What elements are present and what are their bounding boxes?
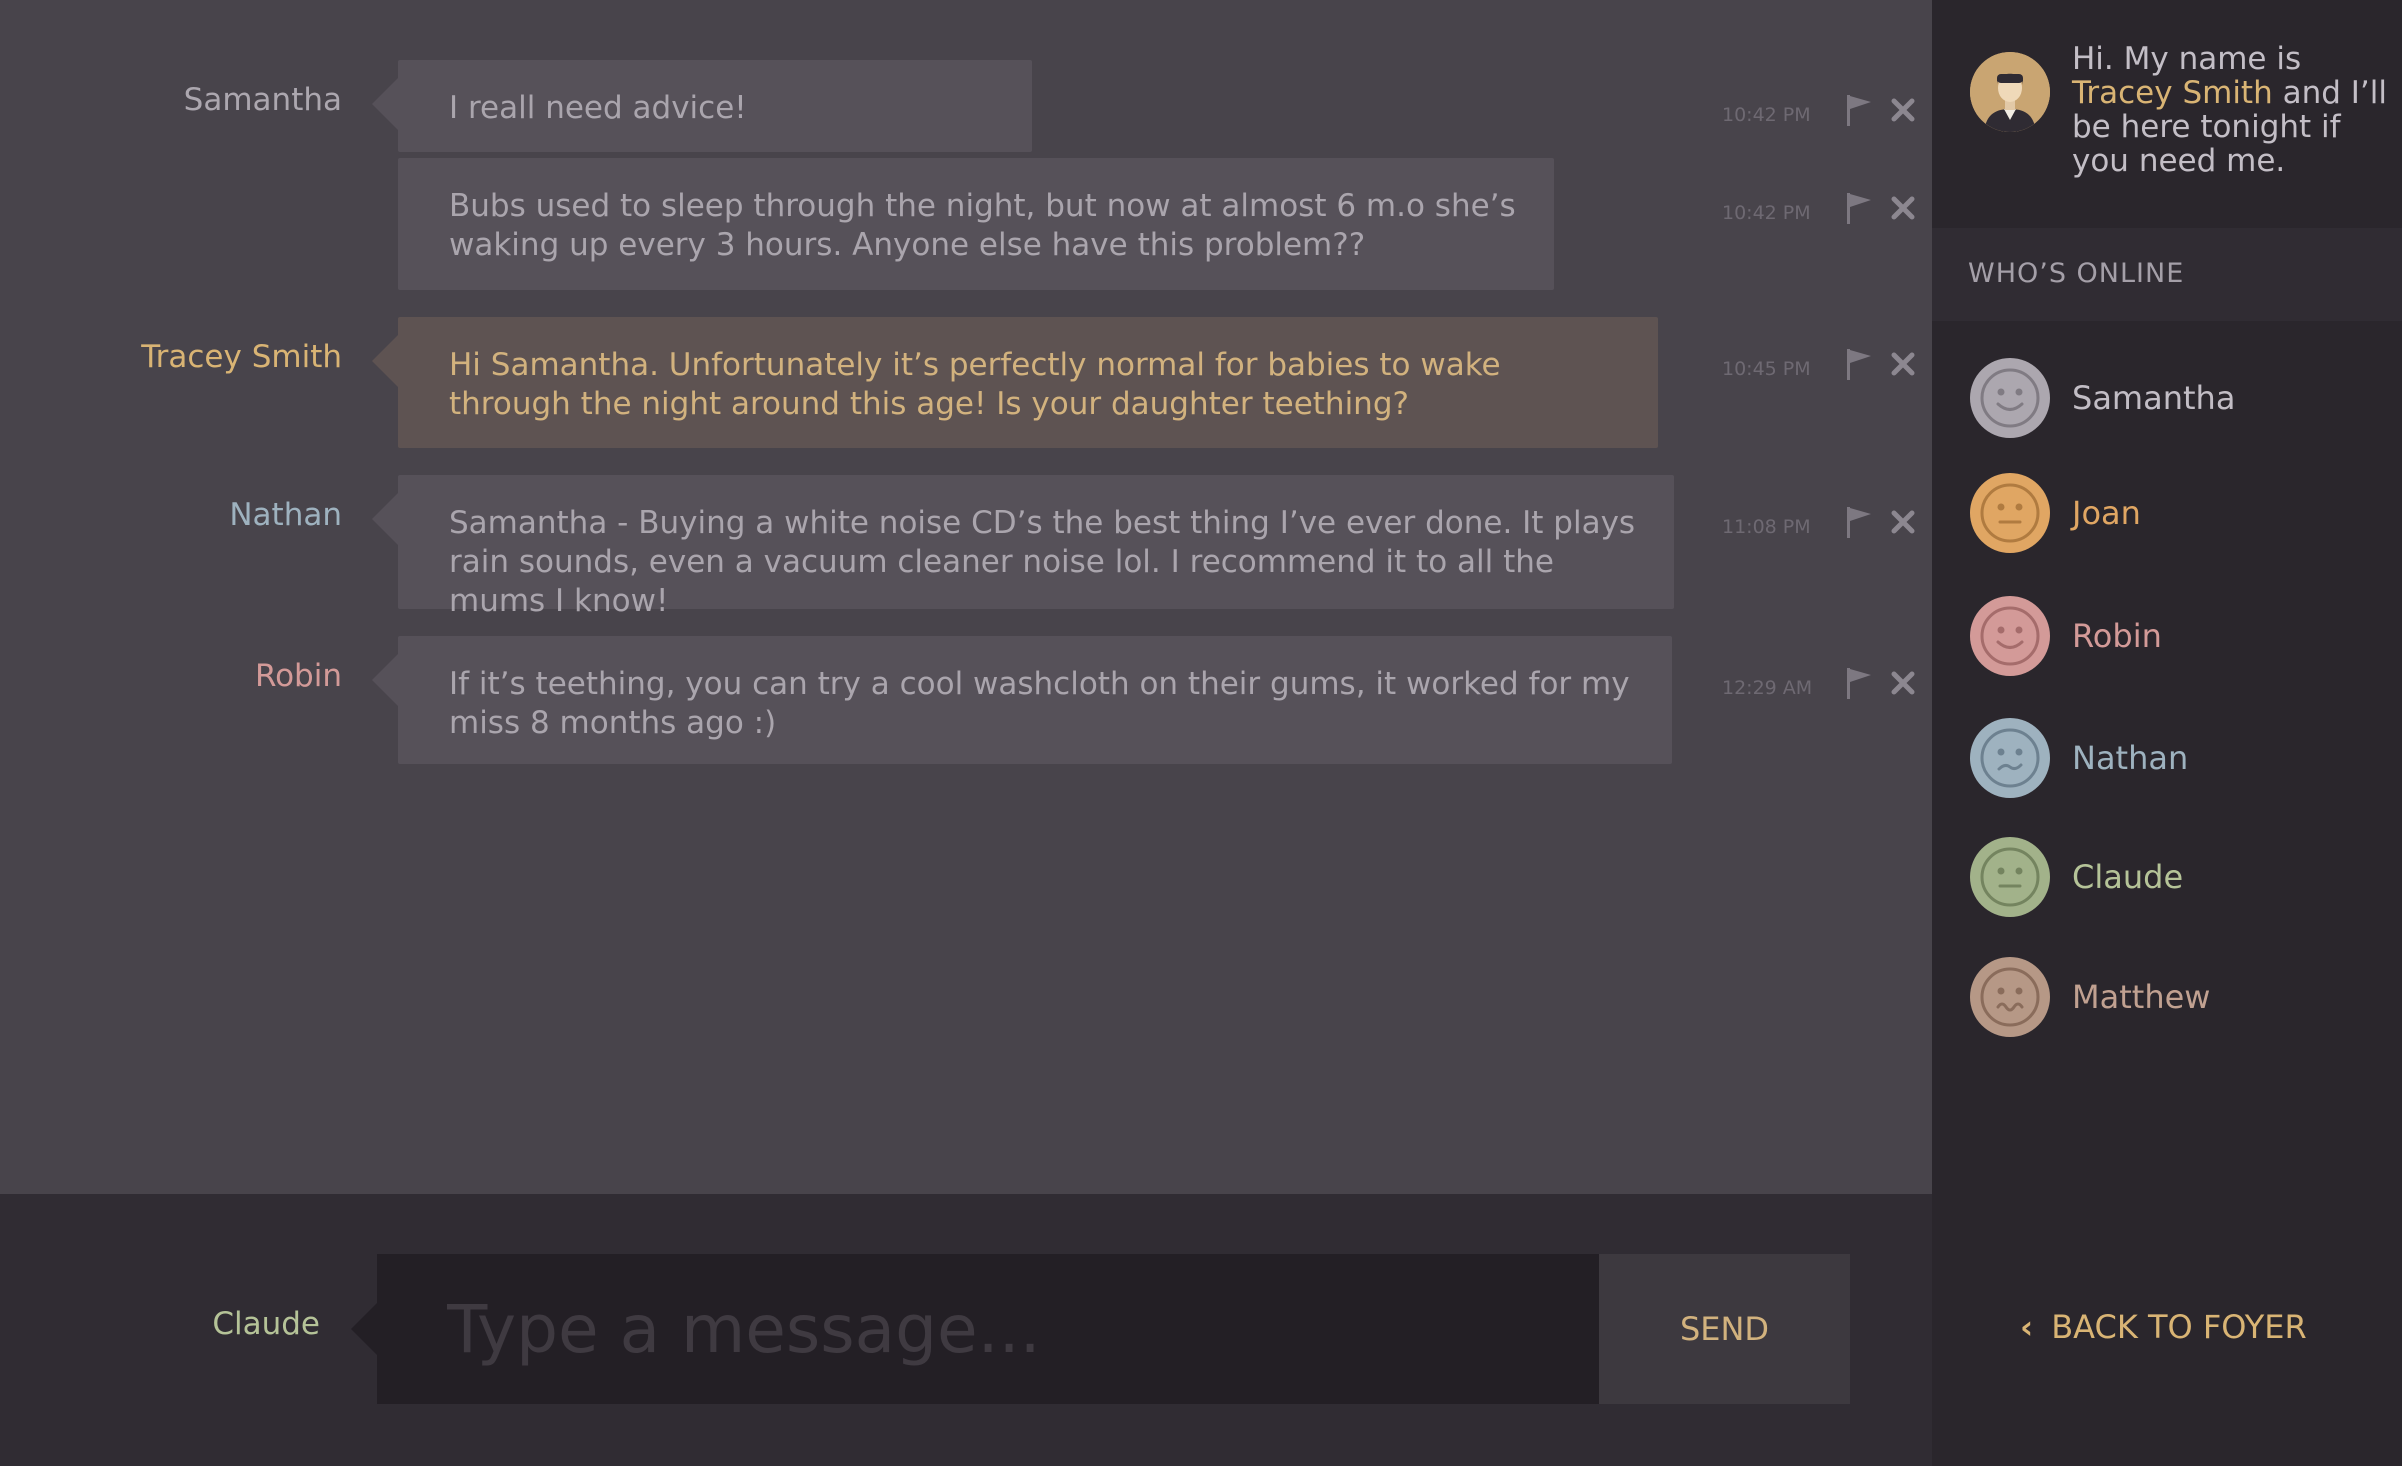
host-name: Tracey Smith [2072,75,2273,111]
message-sender: Tracey Smith [141,339,342,375]
message-bubble: I reall need advice! [372,60,1032,152]
online-user-samantha[interactable]: Samantha [1932,353,2402,443]
close-icon[interactable] [1888,349,1918,379]
composer-bar: Claude SEND [0,1194,1932,1466]
chevron-left-icon: ‹ [2020,1308,2034,1346]
close-icon[interactable] [1888,668,1918,698]
flag-icon[interactable] [1844,93,1874,127]
message-sender: Nathan [229,497,342,533]
online-user-name: Matthew [2072,978,2211,1016]
online-user-name: Joan [2072,494,2141,532]
host-intro: Hi. My name is Tracey Smith and I’ll be … [2072,42,2402,178]
online-user-nathan[interactable]: Nathan [1932,713,2402,803]
smile-face-icon [1970,596,2050,676]
whos-online-title: WHO’S ONLINE [1968,258,2185,289]
message-time: 10:42 PM [1722,104,1811,126]
message-sender: Robin [254,658,342,694]
back-to-foyer-button[interactable]: ‹ BACK TO FOYER [2020,1308,2307,1346]
online-user-name: Robin [2072,617,2162,655]
message-time: 12:29 AM [1722,677,1813,699]
flag-icon[interactable] [1844,347,1874,381]
input-notch [351,1303,377,1355]
host-message-bubble: Hi Samantha. Unfortunately it’s perfectl… [372,317,1658,448]
message-bubble: If it’s teething, you can try a cool was… [372,636,1672,764]
chat-pane: Samantha I reall need advice! 10:42 PM B… [0,0,1932,1194]
message-text: I reall need advice! [449,90,747,126]
sidebar: Hi. My name is Tracey Smith and I’ll be … [1932,0,2402,1194]
message-meta: 10:42 PM [1722,191,1922,231]
foyer-bar: ‹ BACK TO FOYER [1932,1194,2402,1466]
flag-icon[interactable] [1844,666,1874,700]
message-time: 11:08 PM [1722,516,1811,538]
host-avatar [1970,52,2050,132]
whos-online-header: WHO’S ONLINE [1932,228,2402,321]
online-user-claude[interactable]: Claude [1932,832,2402,922]
message-bubble: Bubs used to sleep through the night, bu… [398,158,1554,290]
close-icon[interactable] [1888,95,1918,125]
wavy-mouth-face-icon [1970,957,2050,1037]
flag-icon[interactable] [1844,505,1874,539]
close-icon[interactable] [1888,507,1918,537]
message-text: Hi Samantha. Unfortunately it’s perfectl… [449,347,1501,422]
neutral-face-icon [1970,473,2050,553]
message-input[interactable] [377,1254,1599,1404]
message-meta: 10:45 PM [1722,347,1922,387]
message-text: Bubs used to sleep through the night, bu… [449,188,1516,263]
close-icon[interactable] [1888,193,1918,223]
composer-user-label: Claude [212,1306,320,1342]
message-meta: 10:42 PM [1722,93,1922,133]
online-user-name: Claude [2072,858,2184,896]
back-to-foyer-label: BACK TO FOYER [2051,1308,2307,1346]
message-sender: Samantha [183,82,342,118]
message-meta: 12:29 AM [1722,666,1922,706]
message-time: 10:45 PM [1722,358,1811,380]
online-user-name: Samantha [2072,379,2236,417]
worried-face-icon [1970,718,2050,798]
send-button[interactable]: SEND [1599,1254,1850,1404]
online-user-matthew[interactable]: Matthew [1932,952,2402,1042]
host-card: Hi. My name is Tracey Smith and I’ll be … [1932,0,2402,228]
online-user-name: Nathan [2072,739,2189,777]
host-intro-prefix: Hi. My name is [2072,41,2302,77]
smile-face-icon [1970,358,2050,438]
online-user-joan[interactable]: Joan [1932,468,2402,558]
flag-icon[interactable] [1844,191,1874,225]
message-bubble: Samantha - Buying a white noise CD’s the… [372,475,1674,619]
message-text: If it’s teething, you can try a cool was… [449,666,1630,741]
message-text: Samantha - Buying a white noise CD’s the… [449,505,1636,619]
message-time: 10:42 PM [1722,202,1811,224]
online-user-robin[interactable]: Robin [1932,591,2402,681]
neutral-face-icon [1970,837,2050,917]
message-meta: 11:08 PM [1722,505,1922,545]
